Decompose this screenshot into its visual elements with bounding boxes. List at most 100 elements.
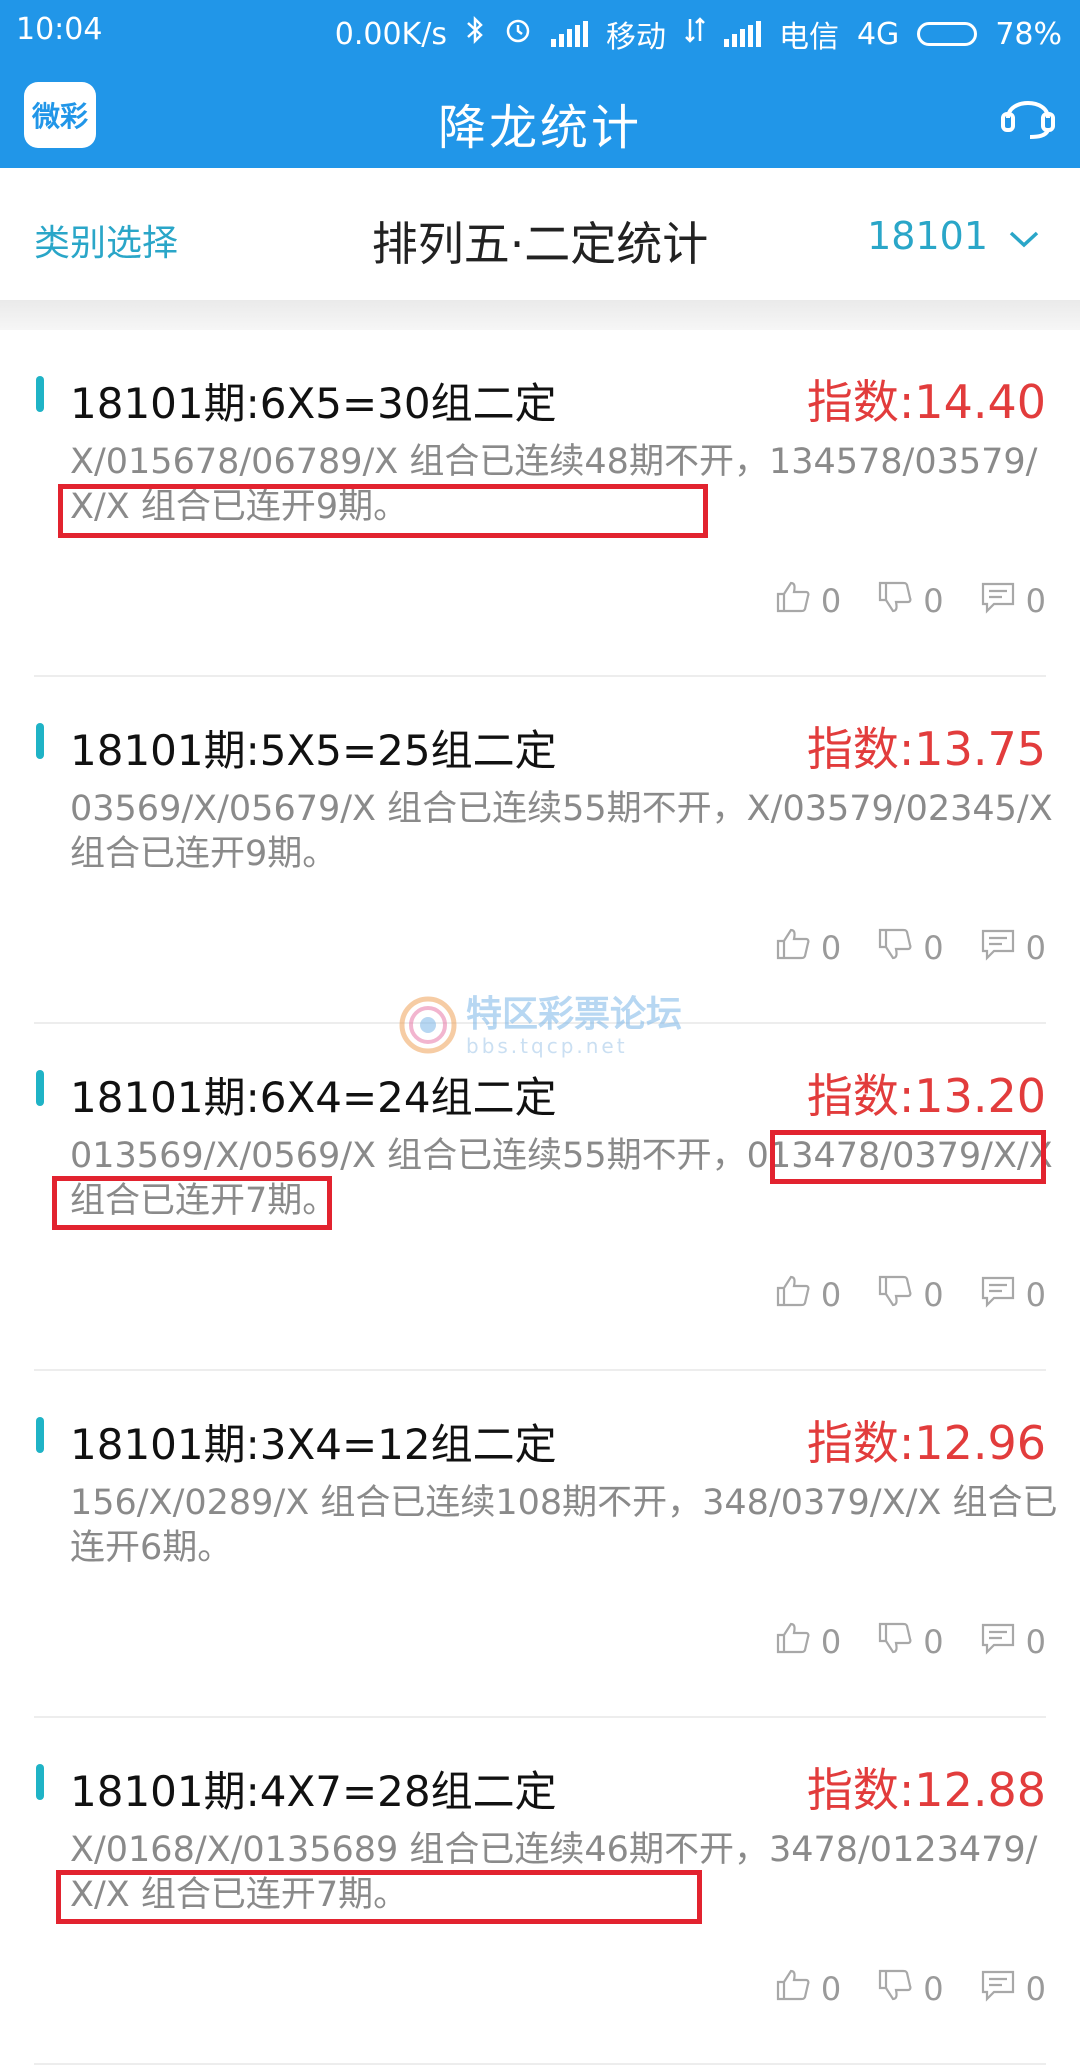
watermark-text: 特区彩票论坛 bbs.tqcp.net bbox=[466, 994, 683, 1059]
comment-button[interactable]: 0 bbox=[980, 1968, 1046, 2010]
item-actions: 0 0 0 bbox=[775, 1274, 1046, 1316]
thumbs-up-icon bbox=[775, 927, 811, 969]
thumbs-up-icon bbox=[775, 580, 811, 622]
dislike-button[interactable]: 0 bbox=[877, 1621, 944, 1663]
item-index: 指数:13.20 bbox=[806, 1069, 1046, 1123]
comment-count: 0 bbox=[1025, 1623, 1046, 1661]
alarm-icon bbox=[503, 15, 533, 53]
item-heading: 18101期:4X7=28组二定 bbox=[70, 1767, 557, 1816]
list-item[interactable]: 18101期:3X4=12组二定 指数:12.96 156/X/0289/X 组… bbox=[34, 1371, 1057, 1718]
comment-icon bbox=[980, 580, 1016, 622]
like-count: 0 bbox=[820, 1623, 842, 1661]
dislike-button[interactable]: 0 bbox=[877, 927, 944, 969]
list-item[interactable]: 18101期:6X4=24组二定 指数:13.20 013569/X/0569/… bbox=[34, 1024, 1053, 1371]
comment-icon bbox=[980, 1274, 1016, 1316]
item-heading: 18101期:6X5=30组二定 bbox=[70, 379, 557, 428]
issue-number: 18101 bbox=[867, 214, 988, 258]
highlight-box bbox=[58, 484, 708, 538]
comment-icon bbox=[980, 1968, 1016, 2010]
dislike-count: 0 bbox=[923, 1276, 944, 1314]
item-actions: 0 0 0 bbox=[775, 927, 1046, 969]
item-heading: 18101期:6X4=24组二定 bbox=[70, 1073, 557, 1122]
stats-list: 18101期:6X5=30组二定 指数:14.40 X/015678/06789… bbox=[0, 330, 1080, 2065]
carrier-2: 电信 bbox=[778, 20, 839, 55]
item-index: 指数:14.40 bbox=[806, 375, 1046, 429]
customer-service-headset-icon[interactable] bbox=[1000, 88, 1056, 144]
dislike-count: 0 bbox=[923, 1623, 944, 1661]
dislike-count: 0 bbox=[923, 929, 944, 967]
comment-count: 0 bbox=[1025, 1276, 1046, 1314]
comment-count: 0 bbox=[1025, 1970, 1046, 2008]
thumbs-down-icon bbox=[877, 580, 913, 622]
item-index: 指数:12.96 bbox=[806, 1416, 1046, 1470]
item-heading: 18101期:5X5=25组二定 bbox=[70, 726, 557, 775]
dislike-count: 0 bbox=[923, 582, 944, 620]
accent-bar bbox=[36, 1417, 44, 1453]
comment-button[interactable]: 0 bbox=[980, 1621, 1046, 1663]
dislike-count: 0 bbox=[923, 1970, 944, 2008]
item-index: 指数:12.88 bbox=[806, 1763, 1046, 1817]
accent-bar bbox=[36, 723, 44, 759]
filter-bar: 类别选择 排列五·二定统计 18101 bbox=[0, 168, 1080, 300]
app-header: 微彩 降龙统计 bbox=[0, 60, 1080, 168]
list-item[interactable]: 18101期:5X5=25组二定 指数:13.75 03569/X/05679/… bbox=[34, 677, 1053, 1024]
dislike-button[interactable]: 0 bbox=[877, 1968, 944, 2010]
thumbs-down-icon bbox=[877, 1621, 913, 1663]
comment-icon bbox=[980, 1621, 1016, 1663]
swirl-logo-icon bbox=[398, 995, 458, 1059]
issue-dropdown[interactable]: 18101 bbox=[867, 214, 1040, 258]
like-button[interactable]: 0 bbox=[775, 1274, 841, 1316]
battery-icon bbox=[917, 22, 978, 46]
accent-bar bbox=[36, 1764, 44, 1800]
page-title: 降龙统计 bbox=[437, 100, 642, 156]
forum-watermark: 特区彩票论坛 bbs.tqcp.net bbox=[398, 995, 682, 1059]
accent-bar bbox=[36, 376, 44, 412]
comment-button[interactable]: 0 bbox=[980, 927, 1046, 969]
network-speed: 0.00K/s bbox=[334, 16, 447, 52]
item-description: 03569/X/05679/X 组合已连续55期不开，X/03579/02345… bbox=[70, 789, 1053, 874]
network-type: 4G bbox=[856, 16, 900, 52]
battery-percent: 78% bbox=[995, 16, 1062, 52]
like-button[interactable]: 0 bbox=[775, 927, 841, 969]
thumbs-down-icon bbox=[877, 1274, 913, 1316]
watermark-name: 特区彩票论坛 bbox=[466, 994, 683, 1035]
thumbs-up-icon bbox=[775, 1621, 811, 1663]
comment-count: 0 bbox=[1025, 929, 1046, 967]
dislike-button[interactable]: 0 bbox=[877, 1274, 944, 1316]
highlight-box bbox=[52, 1176, 332, 1230]
data-transfer-icon bbox=[684, 15, 706, 53]
thumbs-down-icon bbox=[877, 927, 913, 969]
dislike-button[interactable]: 0 bbox=[877, 580, 944, 622]
item-index: 指数:13.75 bbox=[806, 722, 1046, 776]
like-count: 0 bbox=[820, 1276, 842, 1314]
accent-bar bbox=[36, 1070, 44, 1106]
chevron-down-icon bbox=[1008, 214, 1040, 258]
comment-count: 0 bbox=[1025, 582, 1046, 620]
highlight-box bbox=[56, 1870, 702, 1924]
signal-icon bbox=[550, 21, 588, 47]
status-right: 0.00K/s 移动 电信 4G 78% bbox=[335, 12, 1062, 56]
comment-button[interactable]: 0 bbox=[980, 580, 1046, 622]
highlight-box bbox=[770, 1130, 1046, 1184]
like-button[interactable]: 0 bbox=[775, 1621, 841, 1663]
carrier-1: 移动 bbox=[605, 20, 666, 55]
item-actions: 0 0 0 bbox=[775, 1621, 1046, 1663]
thumbs-down-icon bbox=[877, 1968, 913, 2010]
list-item[interactable]: 18101期:6X5=30组二定 指数:14.40 X/015678/06789… bbox=[34, 330, 1046, 677]
signal-icon-2 bbox=[723, 21, 761, 47]
like-count: 0 bbox=[820, 929, 842, 967]
thumbs-up-icon bbox=[775, 1274, 811, 1316]
item-actions: 0 0 0 bbox=[775, 1968, 1046, 2010]
item-description: 156/X/0289/X 组合已连续108期不开，348/0379/X/X 组合… bbox=[70, 1483, 1058, 1568]
status-time: 10:04 bbox=[16, 12, 103, 47]
comment-button[interactable]: 0 bbox=[980, 1274, 1046, 1316]
comment-icon bbox=[980, 927, 1016, 969]
item-actions: 0 0 0 bbox=[775, 580, 1046, 622]
list-item[interactable]: 18101期:4X7=28组二定 指数:12.88 X/0168/X/01356… bbox=[34, 1718, 1046, 2065]
status-bar: 10:04 0.00K/s 移动 电信 4G 78% bbox=[0, 0, 1080, 60]
like-count: 0 bbox=[820, 1970, 842, 2008]
section-divider bbox=[0, 300, 1080, 330]
like-count: 0 bbox=[820, 582, 842, 620]
like-button[interactable]: 0 bbox=[775, 1968, 841, 2010]
like-button[interactable]: 0 bbox=[775, 580, 841, 622]
